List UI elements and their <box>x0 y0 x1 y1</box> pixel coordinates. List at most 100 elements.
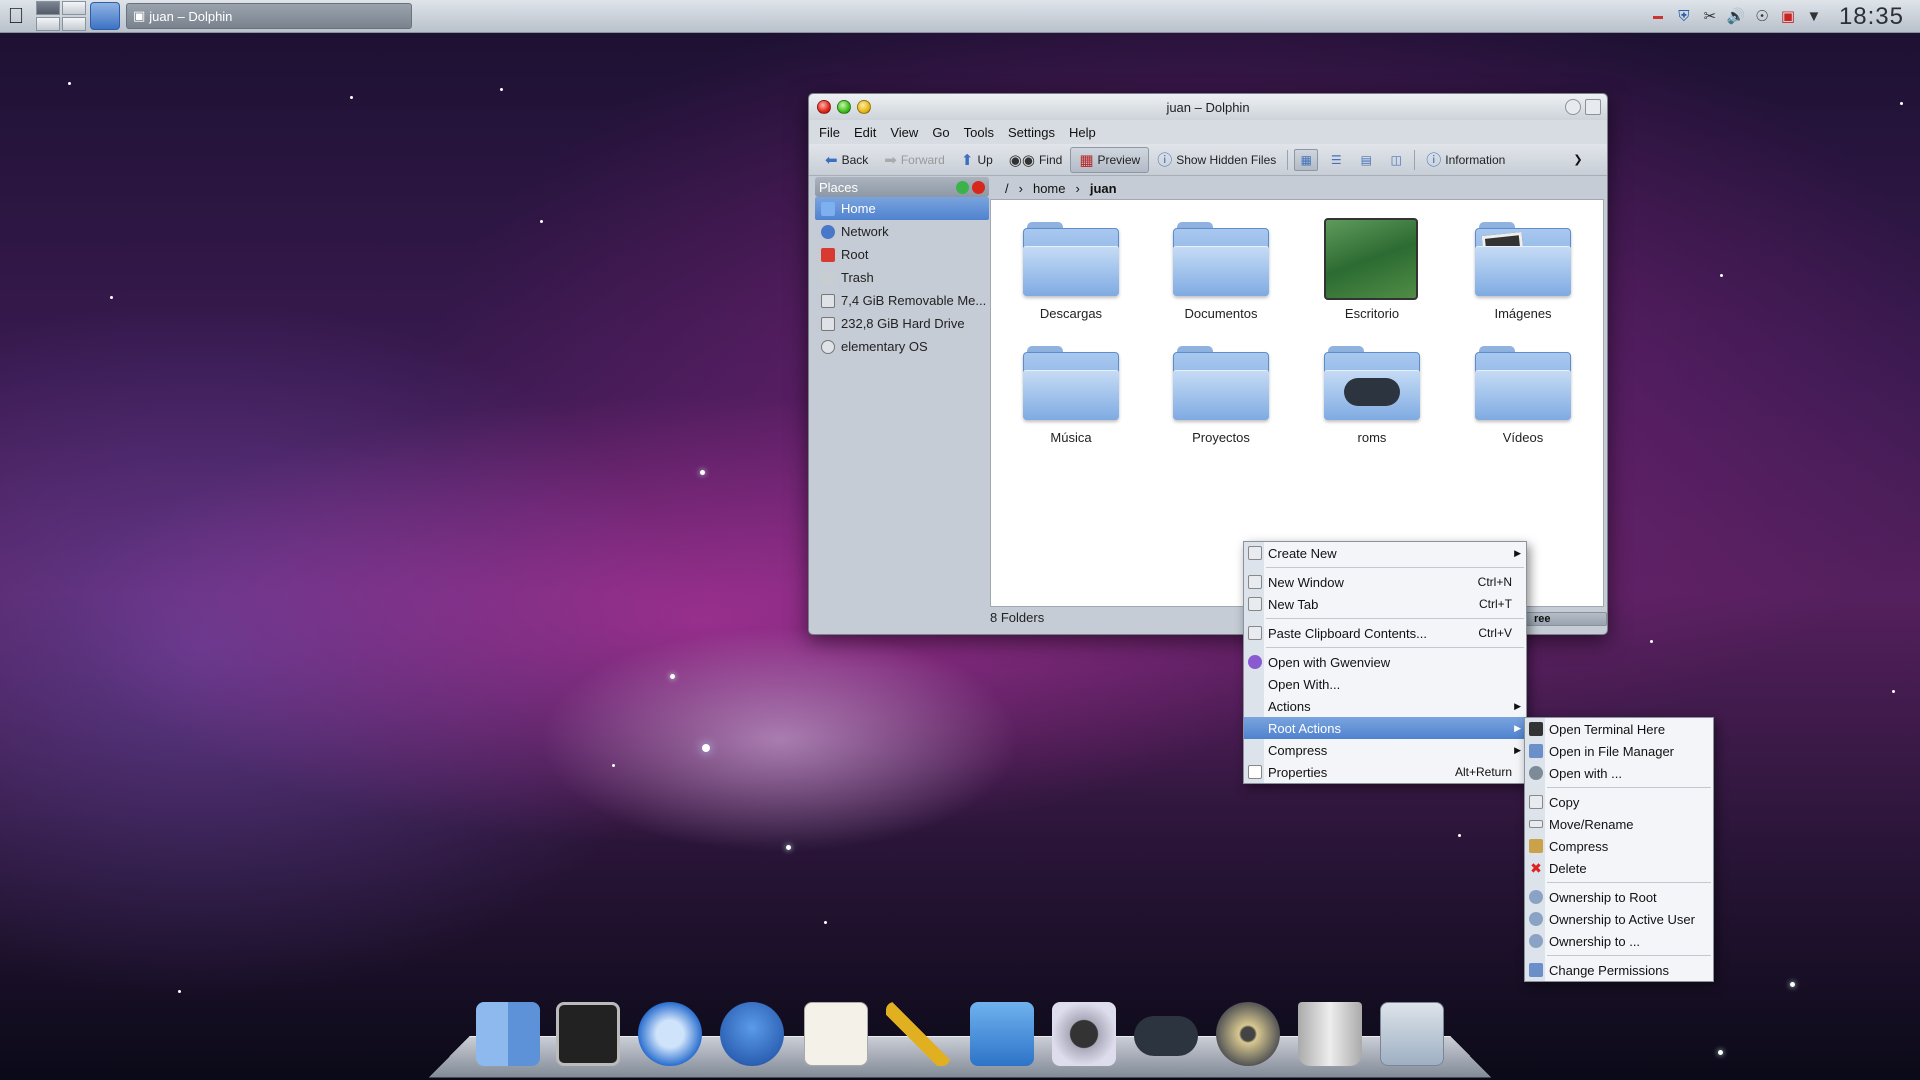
menu-item-open-with-gwenview[interactable]: Open with Gwenview <box>1244 651 1526 673</box>
tools-icon[interactable] <box>886 1002 950 1066</box>
virtual-desktop-pager[interactable] <box>36 1 86 31</box>
safari-icon[interactable] <box>638 1002 702 1066</box>
desktop-2[interactable] <box>62 1 86 15</box>
breadcrumb-current[interactable]: juan <box>1090 181 1117 196</box>
submenu-item-delete[interactable]: ✖ Delete <box>1525 857 1713 879</box>
submenu-item-ownership-active-user[interactable]: Ownership to Active User <box>1525 908 1713 930</box>
places-item-home[interactable]: Home <box>815 197 989 220</box>
desktop-4[interactable] <box>62 17 86 31</box>
trash-can-icon[interactable] <box>1298 1002 1362 1066</box>
submenu-item-change-permissions[interactable]: Change Permissions <box>1525 959 1713 981</box>
file-item[interactable]: Documentos <box>1159 218 1283 321</box>
places-item-network[interactable]: Network <box>815 220 989 243</box>
places-item-hard-drive[interactable]: 232,8 GiB Hard Drive <box>815 312 989 335</box>
preview-toggle-button[interactable]: ▦ Preview <box>1070 146 1150 173</box>
menu-view[interactable]: View <box>890 125 918 140</box>
places-item-trash[interactable]: Trash <box>815 266 989 289</box>
submenu-item-ownership-to[interactable]: Ownership to ... <box>1525 930 1713 952</box>
security-shield-icon[interactable]: ⛨ <box>1673 7 1695 27</box>
file-cabinet-icon[interactable] <box>1380 1002 1444 1066</box>
menu-settings[interactable]: Settings <box>1008 125 1055 140</box>
menu-item-new-tab[interactable]: New Tab Ctrl+T <box>1244 593 1526 615</box>
cursor-app-icon[interactable] <box>970 1002 1034 1066</box>
show-hidden-files-button[interactable]: ⓘ Show Hidden Files <box>1149 147 1284 173</box>
file-item[interactable]: roms <box>1310 342 1434 445</box>
submenu-item-open-file-manager[interactable]: Open in File Manager <box>1525 740 1713 762</box>
file-item[interactable]: Música <box>1009 342 1133 445</box>
window-menu-icon[interactable] <box>1585 99 1601 115</box>
menu-tools[interactable]: Tools <box>964 125 994 140</box>
breadcrumb-home[interactable]: home <box>1033 181 1066 196</box>
usb-device-icon[interactable]: ☉ <box>1751 7 1773 27</box>
places-close-icon[interactable] <box>972 180 985 194</box>
dvd-player-icon[interactable] <box>1216 1002 1280 1066</box>
submenu-item-open-terminal[interactable]: Open Terminal Here <box>1525 718 1713 740</box>
home-folder-launcher-icon[interactable] <box>90 2 120 30</box>
submenu-item-move-rename[interactable]: Move/Rename <box>1525 813 1713 835</box>
menu-go[interactable]: Go <box>932 125 949 140</box>
tray-expand-icon[interactable]: ▼ <box>1803 7 1825 27</box>
compact-view-button[interactable]: ☰ <box>1324 149 1348 171</box>
submenu-item-copy[interactable]: Copy <box>1525 791 1713 813</box>
menu-edit[interactable]: Edit <box>854 125 876 140</box>
places-item-root[interactable]: Root <box>815 243 989 266</box>
submenu-item-open-with[interactable]: Open with ... <box>1525 762 1713 784</box>
gamepad-icon[interactable] <box>1134 1016 1198 1056</box>
scissors-clipboard-icon[interactable]: ✂ <box>1699 7 1721 27</box>
menu-item-properties[interactable]: Properties Alt+Return <box>1244 761 1526 783</box>
icons-view-button[interactable]: ▦ <box>1294 148 1319 171</box>
menu-item-label: Open with Gwenview <box>1268 654 1391 670</box>
submenu-arrow-icon: ▶ <box>1514 547 1521 558</box>
desktop-3[interactable] <box>36 17 60 31</box>
keep-above-button[interactable] <box>1565 99 1581 115</box>
places-item-elementary-os[interactable]: elementary OS <box>815 335 989 358</box>
minimize-button[interactable] <box>837 100 851 114</box>
file-item[interactable]: Proyectos <box>1159 342 1283 445</box>
desktop-1[interactable] <box>36 1 60 15</box>
file-item[interactable]: Imágenes <box>1461 218 1585 321</box>
menu-item-paste[interactable]: Paste Clipboard Contents... Ctrl+V <box>1244 622 1526 644</box>
toolbar-overflow-chevron-icon[interactable]: ❯ <box>1573 153 1582 166</box>
terminal-icon[interactable] <box>556 1002 620 1066</box>
back-button[interactable]: ⬅ Back <box>817 147 876 173</box>
battery-icon[interactable]: ▣ <box>1777 7 1799 27</box>
details-view-button[interactable]: ▤ <box>1354 149 1378 171</box>
close-button[interactable] <box>817 100 831 114</box>
apple-menu-icon[interactable]:  <box>0 0 32 33</box>
menu-file[interactable]: File <box>819 125 840 140</box>
information-panel-button[interactable]: ⓘ Information <box>1418 147 1513 173</box>
menu-item-root-actions[interactable]: Root Actions ▶ <box>1244 717 1526 739</box>
network-activity-icon[interactable]: ▬ <box>1647 7 1669 27</box>
maximize-button[interactable] <box>857 100 871 114</box>
breadcrumb-root[interactable]: / <box>1005 181 1009 196</box>
volume-icon[interactable]: 🔊 <box>1725 7 1747 27</box>
submenu-item-ownership-root[interactable]: Ownership to Root <box>1525 886 1713 908</box>
camera-icon[interactable] <box>1052 1002 1116 1066</box>
trash-icon <box>821 270 835 285</box>
menu-separator <box>1547 955 1711 956</box>
forward-button[interactable]: ➡ Forward <box>876 147 953 173</box>
menu-help[interactable]: Help <box>1069 125 1096 140</box>
submenu-item-compress[interactable]: Compress <box>1525 835 1713 857</box>
menu-item-open-with[interactable]: Open With... <box>1244 673 1526 695</box>
places-item-removable-media[interactable]: 7,4 GiB Removable Me... <box>815 289 989 312</box>
places-float-icon[interactable] <box>956 180 969 194</box>
file-item[interactable]: Descargas <box>1009 218 1133 321</box>
file-item[interactable]: Escritorio <box>1310 218 1434 321</box>
thunderbird-icon[interactable] <box>720 1002 784 1066</box>
clock[interactable]: 18:35 <box>1839 3 1904 31</box>
finder-icon[interactable] <box>476 1002 540 1066</box>
menu-item-compress[interactable]: Compress ▶ <box>1244 739 1526 761</box>
menu-item-create-new[interactable]: Create New ▶ <box>1244 542 1526 564</box>
window-titlebar[interactable]: juan – Dolphin <box>809 94 1607 120</box>
file-item[interactable]: Vídeos <box>1461 342 1585 445</box>
taskbar-dolphin-entry[interactable]: ▣ juan – Dolphin <box>126 3 412 29</box>
split-view-button[interactable]: ◫ <box>1384 149 1408 171</box>
menu-item-new-window[interactable]: New Window Ctrl+N <box>1244 571 1526 593</box>
up-button[interactable]: ⬆ Up <box>953 147 1001 173</box>
text-editor-icon[interactable] <box>804 1002 868 1066</box>
find-button[interactable]: ◉◉ Find <box>1001 147 1071 173</box>
menu-item-label: Root Actions <box>1268 720 1341 736</box>
menu-item-label: Copy <box>1549 794 1580 810</box>
menu-item-actions[interactable]: Actions ▶ <box>1244 695 1526 717</box>
